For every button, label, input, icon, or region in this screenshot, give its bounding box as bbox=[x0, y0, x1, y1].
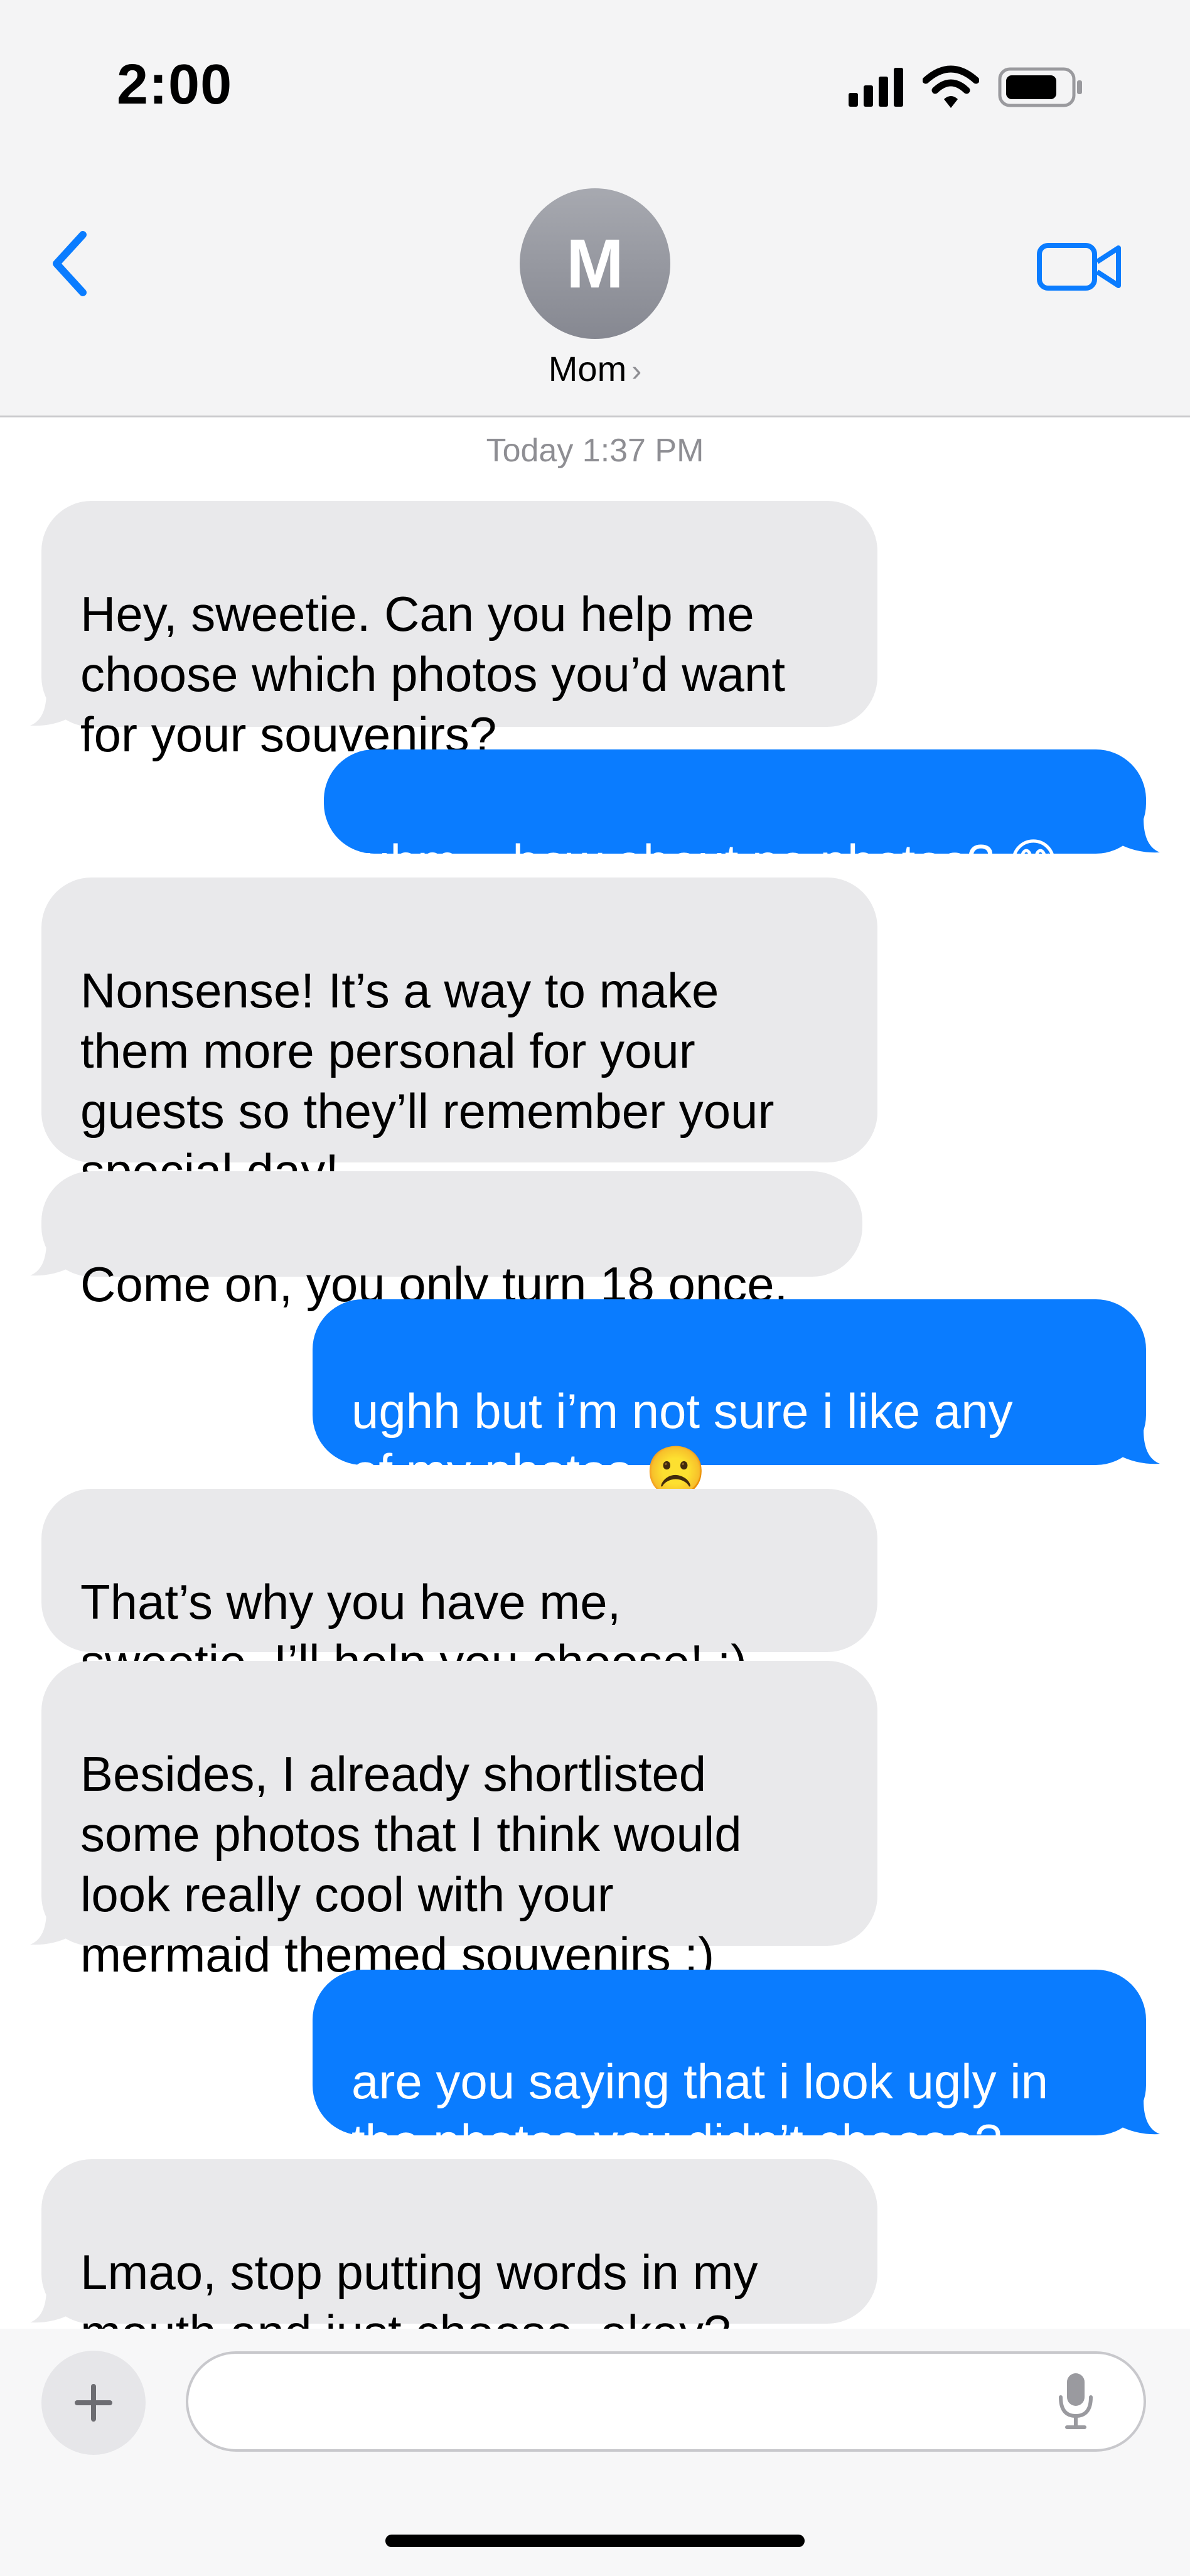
video-call-icon bbox=[1037, 243, 1121, 291]
conversation-timestamp: Today 1:37 PM bbox=[486, 432, 704, 469]
incoming-message-bubble[interactable]: Come on, you only turn 18 once. bbox=[41, 1171, 862, 1312]
avatar-initial: M bbox=[566, 225, 624, 303]
message-text: are you saying that i look ugly in the p… bbox=[351, 2054, 1048, 2169]
outgoing-message-bubble[interactable]: uhm... how about no photos? 😅 bbox=[324, 749, 1146, 889]
back-chevron-icon bbox=[53, 231, 87, 296]
status-time: 2:00 bbox=[117, 53, 233, 116]
incoming-message-bubble[interactable]: Lmao, stop putting words in my mouth and… bbox=[41, 2159, 877, 2360]
bubble-tail bbox=[30, 2289, 72, 2323]
bubble-tail bbox=[30, 1911, 72, 1945]
navigation-header: 2:00 M Mom › bbox=[0, 0, 1190, 417]
plus-icon bbox=[75, 2384, 112, 2422]
incoming-message-bubble[interactable]: Hey, sweetie. Can you help me choose whi… bbox=[41, 501, 877, 762]
message-text: Nonsense! It’s a way to make them more p… bbox=[80, 963, 775, 1199]
incoming-message-bubble[interactable]: That’s why you have me, sweetie. I’ll he… bbox=[41, 1489, 877, 1690]
incoming-message-bubble[interactable]: Besides, I already shortlisted some phot… bbox=[41, 1661, 877, 1982]
microphone-icon bbox=[1059, 2373, 1093, 2429]
back-button[interactable] bbox=[44, 226, 100, 301]
cellular-signal-icon bbox=[849, 68, 903, 107]
message-text: Hey, sweetie. Can you help me choose whi… bbox=[80, 586, 786, 762]
wifi-icon bbox=[923, 65, 979, 108]
home-indicator bbox=[385, 2535, 805, 2547]
bubble-tail bbox=[30, 1242, 72, 1276]
add-attachment-button[interactable] bbox=[41, 2351, 146, 2455]
chevron-right-icon: › bbox=[631, 355, 642, 388]
bubble-tail bbox=[30, 692, 72, 726]
bubble-tail bbox=[1118, 818, 1160, 853]
contact-name-button[interactable]: Mom › bbox=[0, 348, 1190, 389]
bubble-tail bbox=[1118, 2100, 1160, 2135]
message-input[interactable] bbox=[186, 2351, 1146, 2452]
message-text: ughh but i’m not sure i like any of my p… bbox=[351, 1383, 1013, 1499]
outgoing-message-bubble[interactable]: ughh but i’m not sure i like any of my p… bbox=[313, 1299, 1146, 1499]
video-call-button[interactable] bbox=[1036, 235, 1123, 298]
battery-icon bbox=[998, 67, 1082, 107]
contact-name: Mom bbox=[548, 349, 627, 389]
bubble-tail bbox=[1118, 1430, 1160, 1464]
incoming-message-bubble[interactable]: Nonsense! It’s a way to make them more p… bbox=[41, 877, 877, 1199]
message-text: Besides, I already shortlisted some phot… bbox=[80, 1746, 742, 1982]
dictation-button[interactable] bbox=[1057, 2369, 1095, 2432]
outgoing-message-bubble[interactable]: are you saying that i look ugly in the p… bbox=[313, 1970, 1146, 2169]
contact-avatar[interactable]: M bbox=[520, 188, 670, 339]
